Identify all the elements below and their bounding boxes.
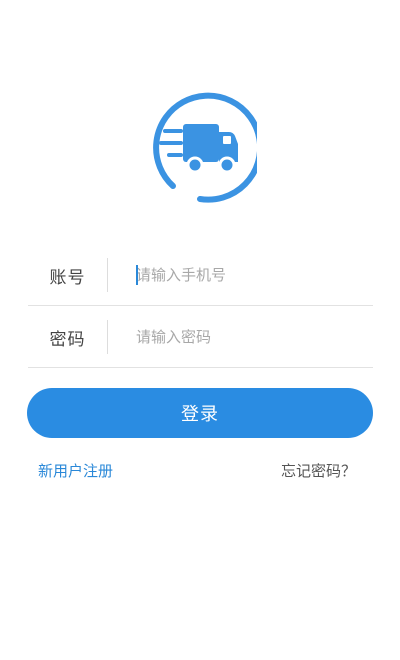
app-logo (143, 90, 257, 204)
text-cursor (136, 265, 138, 285)
register-link[interactable]: 新用户注册 (38, 460, 113, 481)
password-input[interactable] (108, 317, 373, 357)
password-row: 密码 (28, 307, 373, 368)
account-label: 账号 (49, 267, 86, 288)
truck-icon (153, 92, 257, 203)
account-row: 账号 (28, 245, 373, 306)
forgot-password-link[interactable]: 忘记密码？ (281, 460, 356, 481)
password-label: 密码 (49, 329, 86, 350)
account-input[interactable] (108, 255, 373, 295)
login-button[interactable]: 登录 (27, 388, 373, 438)
login-form: 账号 密码 (28, 245, 373, 368)
